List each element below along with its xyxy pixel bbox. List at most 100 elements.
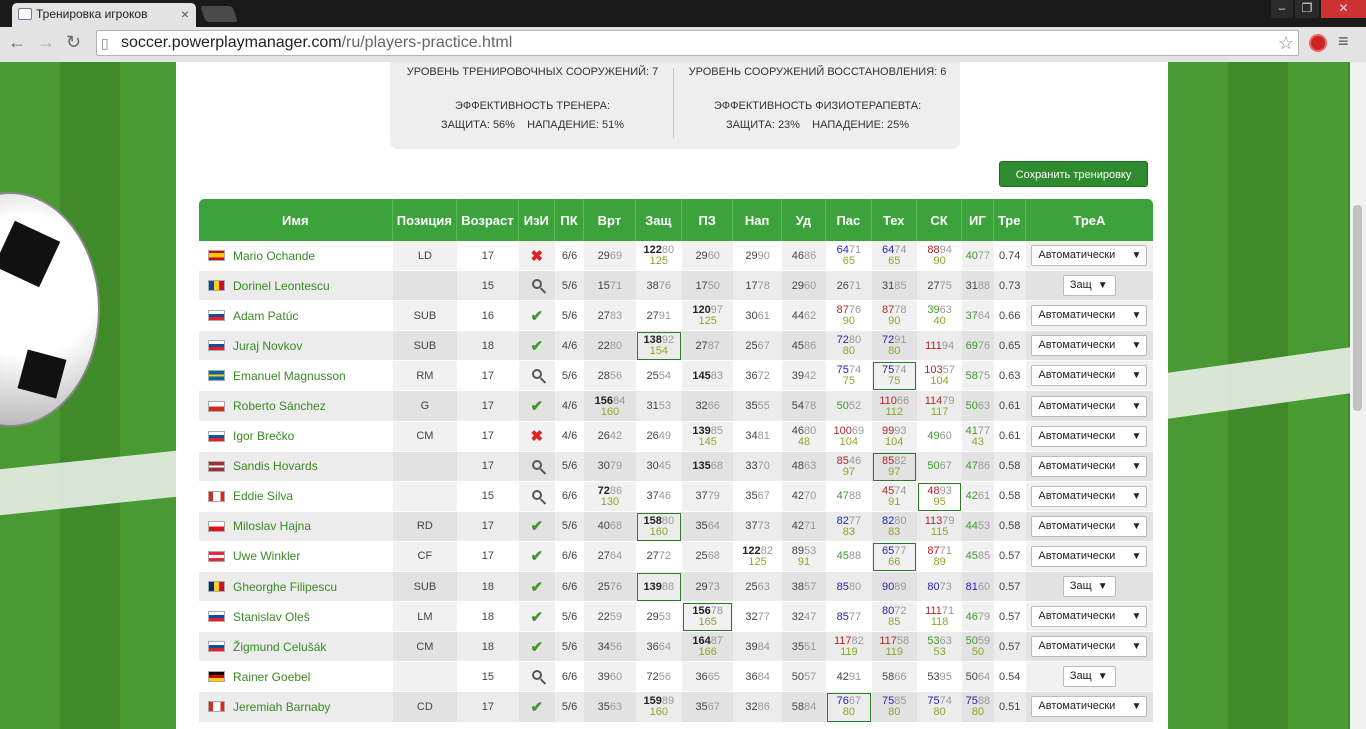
training-mode-select[interactable]: Автоматически ▼ [1031,515,1148,537]
magnifier-icon[interactable] [531,670,542,681]
training-mode-select[interactable]: Автоматически ▼ [1031,305,1148,327]
column-header[interactable]: ИГ [962,199,994,241]
dropdown-arrow-icon[interactable]: ▼ [1131,487,1141,506]
training-mode-select[interactable]: Защ ▼ [1062,576,1116,598]
magnifier-icon[interactable] [531,369,542,380]
reload-icon[interactable]: ↻ [66,32,81,53]
back-icon[interactable]: ← [8,32,26,53]
save-training-button[interactable]: Сохранить тренировку [999,161,1148,187]
player-name-link[interactable]: Sandis Hovards [233,459,318,473]
column-header[interactable]: Позиция [392,199,458,241]
column-header[interactable]: Тех [871,199,917,241]
training-mode-select[interactable]: Автоматически ▼ [1031,335,1148,357]
flag-icon [208,641,225,653]
bookmark-star-icon[interactable]: ☆ [1278,31,1294,55]
browser-tab[interactable]: Тренировка игроков × [12,3,196,27]
training-mode-select[interactable]: Автоматически ▼ [1031,545,1148,567]
skill-value: 29 [695,249,708,262]
dropdown-arrow-icon[interactable]: ▼ [1098,280,1108,291]
player-name-link[interactable]: Gheorghe Filipescu [233,580,337,594]
dropdown-arrow-icon[interactable]: ▼ [1131,547,1141,566]
address-bar[interactable]: soccer.powerplaymanager.com/ru/players-p… [96,30,1299,56]
training-mode-select[interactable]: Защ ▼ [1062,275,1116,297]
menu-icon[interactable]: ≡ [1338,31,1349,52]
pk-cell: 4/6 [554,391,585,422]
column-header[interactable]: Пас [826,199,872,241]
training-mode-select[interactable]: Автоматически ▼ [1031,365,1148,387]
column-header[interactable]: Уд [781,199,827,241]
magnifier-icon[interactable] [531,489,542,500]
skill-cell: 2764 [584,541,636,573]
column-header[interactable]: Тре [993,199,1026,241]
player-name-link[interactable]: Eddie Silva [233,489,293,503]
training-mode-select[interactable]: Автоматически ▼ [1031,636,1148,658]
column-header[interactable]: СК [916,199,963,241]
dropdown-arrow-icon[interactable]: ▼ [1098,671,1108,682]
new-tab-button[interactable] [200,6,238,22]
player-name-link[interactable]: Žigmund Celušák [233,640,326,654]
player-name-link[interactable]: Igor Brečko [233,429,294,443]
restore-icon[interactable]: ❐ [1295,0,1319,18]
player-name-link[interactable]: Dorinel Leontescu [233,279,330,293]
player-name-link[interactable]: Juraj Novkov [233,339,302,353]
training-value-cell: 0.57 [993,542,1026,573]
player-name-link[interactable]: Stanislav Oleš [233,610,310,624]
training-mode-select[interactable]: Автоматически ▼ [1031,395,1148,417]
column-header[interactable]: Защ [635,199,682,241]
dropdown-arrow-icon[interactable]: ▼ [1131,366,1141,385]
training-mode-select[interactable]: Автоматически ▼ [1031,485,1148,507]
column-header[interactable]: Врт [584,199,636,241]
player-name-link[interactable]: Adam Patúc [233,309,298,323]
scrollbar[interactable] [1350,62,1366,729]
skill-max: 43 [971,435,985,448]
skill-value: 32 [745,700,758,713]
forward-icon[interactable]: → [37,32,55,53]
dropdown-arrow-icon[interactable]: ▼ [1131,607,1141,626]
player-name-link[interactable]: Roberto Sánchez [233,399,326,413]
training-mode-select[interactable]: Автоматически ▼ [1031,606,1148,628]
minimize-icon[interactable]: ‒ [1271,0,1293,18]
player-name-link[interactable]: Rainer Goebel [233,670,310,684]
flag-icon [208,280,225,292]
column-header[interactable]: Нап [733,199,782,241]
magnifier-icon[interactable] [531,279,542,290]
column-header[interactable]: Возраст [457,199,519,241]
column-header[interactable]: ПК [554,199,585,241]
close-window-icon[interactable]: ✕ [1321,0,1366,18]
scrollbar-thumb[interactable] [1353,205,1362,411]
extension-icon[interactable] [1309,34,1327,52]
dropdown-arrow-icon[interactable]: ▼ [1131,397,1141,416]
age-cell: 16 [457,301,519,332]
training-mode-select[interactable]: Защ ▼ [1062,666,1116,688]
player-name-link[interactable]: Jeremiah Barnaby [233,700,330,714]
player-cell: Sandis Hovards [199,451,393,482]
close-tab-icon[interactable]: × [181,3,189,26]
dropdown-arrow-icon[interactable]: ▼ [1131,517,1141,536]
dropdown-arrow-icon[interactable]: ▼ [1131,697,1141,716]
training-mode-select[interactable]: Автоматически ▼ [1031,696,1148,718]
player-name-link[interactable]: Mario Ochande [233,249,315,263]
player-name-link[interactable]: Uwe Winkler [233,549,300,563]
dropdown-arrow-icon[interactable]: ▼ [1098,581,1108,592]
skill-max: 83 [888,525,901,538]
skill-cell: 3247 [781,602,827,633]
dropdown-arrow-icon[interactable]: ▼ [1131,246,1141,265]
column-header[interactable]: ИзИ [518,199,555,241]
column-header[interactable]: ТреА [1025,199,1153,241]
player-name-link[interactable]: Emanuel Magnusson [233,369,346,383]
dropdown-arrow-icon[interactable]: ▼ [1131,306,1141,325]
dropdown-arrow-icon[interactable]: ▼ [1131,637,1141,656]
magnifier-icon[interactable] [531,459,542,470]
dropdown-arrow-icon[interactable]: ▼ [1131,336,1141,355]
player-name-link[interactable]: Miloslav Hajna [233,519,311,533]
skill-cell: 3153 [635,391,682,422]
skill-value: 58 [881,670,895,683]
dropdown-arrow-icon[interactable]: ▼ [1131,427,1141,446]
column-header[interactable]: Имя [199,199,393,241]
column-header[interactable]: ПЗ [681,199,734,241]
training-mode-select[interactable]: Автоматически ▼ [1031,455,1148,477]
training-mode-select[interactable]: Автоматически ▼ [1031,425,1148,447]
skill-cell: 7256 [635,662,682,693]
dropdown-arrow-icon[interactable]: ▼ [1131,457,1141,476]
training-mode-select[interactable]: Автоматически ▼ [1031,245,1148,267]
